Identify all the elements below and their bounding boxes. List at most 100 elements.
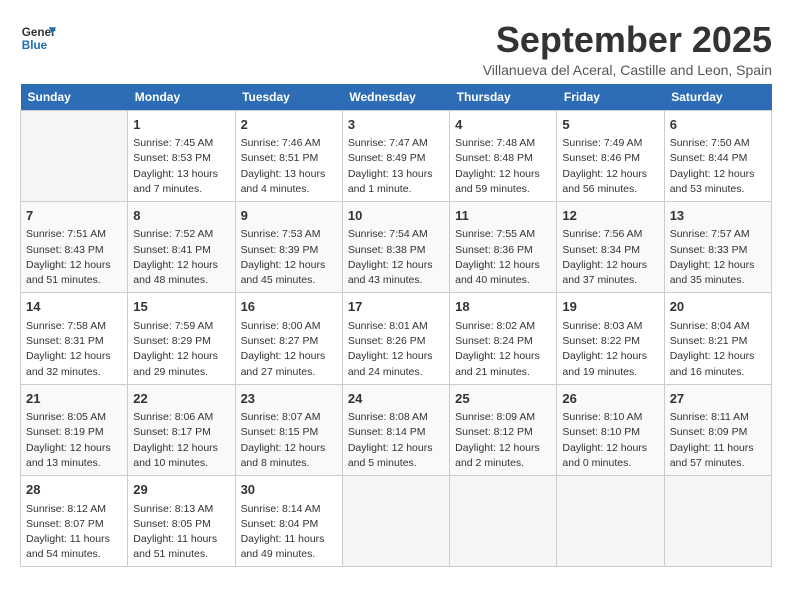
day-info: Sunrise: 8:02 AM Sunset: 8:24 PM Dayligh… [455,319,551,380]
calendar-week-row: 28Sunrise: 8:12 AM Sunset: 8:07 PM Dayli… [21,476,772,567]
day-info: Sunrise: 7:46 AM Sunset: 8:51 PM Dayligh… [241,136,337,197]
day-number: 19 [562,297,658,317]
day-number: 21 [26,389,122,409]
calendar-cell: 17Sunrise: 8:01 AM Sunset: 8:26 PM Dayli… [342,293,449,384]
day-info: Sunrise: 7:52 AM Sunset: 8:41 PM Dayligh… [133,227,229,288]
day-number: 28 [26,480,122,500]
day-info: Sunrise: 8:06 AM Sunset: 8:17 PM Dayligh… [133,410,229,471]
day-info: Sunrise: 8:14 AM Sunset: 8:04 PM Dayligh… [241,502,337,563]
calendar-cell: 23Sunrise: 8:07 AM Sunset: 8:15 PM Dayli… [235,384,342,475]
calendar-cell: 9Sunrise: 7:53 AM Sunset: 8:39 PM Daylig… [235,201,342,292]
day-info: Sunrise: 7:47 AM Sunset: 8:49 PM Dayligh… [348,136,444,197]
calendar-cell: 13Sunrise: 7:57 AM Sunset: 8:33 PM Dayli… [664,201,771,292]
day-number: 15 [133,297,229,317]
day-number: 8 [133,206,229,226]
day-info: Sunrise: 8:09 AM Sunset: 8:12 PM Dayligh… [455,410,551,471]
header-sunday: Sunday [21,84,128,111]
day-number: 25 [455,389,551,409]
day-number: 30 [241,480,337,500]
day-number: 20 [670,297,766,317]
day-info: Sunrise: 7:53 AM Sunset: 8:39 PM Dayligh… [241,227,337,288]
calendar-cell: 22Sunrise: 8:06 AM Sunset: 8:17 PM Dayli… [128,384,235,475]
day-info: Sunrise: 7:59 AM Sunset: 8:29 PM Dayligh… [133,319,229,380]
calendar-cell: 19Sunrise: 8:03 AM Sunset: 8:22 PM Dayli… [557,293,664,384]
day-info: Sunrise: 7:45 AM Sunset: 8:53 PM Dayligh… [133,136,229,197]
day-info: Sunrise: 7:58 AM Sunset: 8:31 PM Dayligh… [26,319,122,380]
calendar-cell: 12Sunrise: 7:56 AM Sunset: 8:34 PM Dayli… [557,201,664,292]
day-info: Sunrise: 8:13 AM Sunset: 8:05 PM Dayligh… [133,502,229,563]
header-friday: Friday [557,84,664,111]
calendar-table: SundayMondayTuesdayWednesdayThursdayFrid… [20,84,772,568]
calendar-cell: 16Sunrise: 8:00 AM Sunset: 8:27 PM Dayli… [235,293,342,384]
day-info: Sunrise: 8:11 AM Sunset: 8:09 PM Dayligh… [670,410,766,471]
day-number: 29 [133,480,229,500]
calendar-cell [557,476,664,567]
calendar-cell [342,476,449,567]
calendar-week-row: 7Sunrise: 7:51 AM Sunset: 8:43 PM Daylig… [21,201,772,292]
day-number: 4 [455,115,551,135]
day-number: 24 [348,389,444,409]
header-tuesday: Tuesday [235,84,342,111]
day-number: 7 [26,206,122,226]
calendar-cell [21,110,128,201]
calendar-cell: 20Sunrise: 8:04 AM Sunset: 8:21 PM Dayli… [664,293,771,384]
day-number: 26 [562,389,658,409]
calendar-cell: 26Sunrise: 8:10 AM Sunset: 8:10 PM Dayli… [557,384,664,475]
header-saturday: Saturday [664,84,771,111]
day-number: 9 [241,206,337,226]
location-subtitle: Villanueva del Aceral, Castille and Leon… [483,62,772,78]
page-header: General Blue September 2025 Villanueva d… [20,20,772,78]
day-number: 1 [133,115,229,135]
day-number: 10 [348,206,444,226]
calendar-cell: 15Sunrise: 7:59 AM Sunset: 8:29 PM Dayli… [128,293,235,384]
header-monday: Monday [128,84,235,111]
calendar-cell: 1Sunrise: 7:45 AM Sunset: 8:53 PM Daylig… [128,110,235,201]
calendar-cell [450,476,557,567]
day-info: Sunrise: 8:01 AM Sunset: 8:26 PM Dayligh… [348,319,444,380]
day-number: 23 [241,389,337,409]
month-title: September 2025 [483,20,772,60]
day-number: 13 [670,206,766,226]
day-info: Sunrise: 8:08 AM Sunset: 8:14 PM Dayligh… [348,410,444,471]
calendar-cell: 6Sunrise: 7:50 AM Sunset: 8:44 PM Daylig… [664,110,771,201]
header-thursday: Thursday [450,84,557,111]
day-info: Sunrise: 8:10 AM Sunset: 8:10 PM Dayligh… [562,410,658,471]
day-info: Sunrise: 7:54 AM Sunset: 8:38 PM Dayligh… [348,227,444,288]
day-number: 3 [348,115,444,135]
calendar-cell [664,476,771,567]
calendar-cell: 11Sunrise: 7:55 AM Sunset: 8:36 PM Dayli… [450,201,557,292]
day-info: Sunrise: 8:03 AM Sunset: 8:22 PM Dayligh… [562,319,658,380]
day-number: 27 [670,389,766,409]
day-number: 6 [670,115,766,135]
calendar-cell: 21Sunrise: 8:05 AM Sunset: 8:19 PM Dayli… [21,384,128,475]
day-number: 5 [562,115,658,135]
calendar-cell: 24Sunrise: 8:08 AM Sunset: 8:14 PM Dayli… [342,384,449,475]
calendar-week-row: 14Sunrise: 7:58 AM Sunset: 8:31 PM Dayli… [21,293,772,384]
calendar-cell: 29Sunrise: 8:13 AM Sunset: 8:05 PM Dayli… [128,476,235,567]
day-info: Sunrise: 8:00 AM Sunset: 8:27 PM Dayligh… [241,319,337,380]
title-block: September 2025 Villanueva del Aceral, Ca… [483,20,772,78]
day-info: Sunrise: 7:51 AM Sunset: 8:43 PM Dayligh… [26,227,122,288]
calendar-cell: 14Sunrise: 7:58 AM Sunset: 8:31 PM Dayli… [21,293,128,384]
day-number: 2 [241,115,337,135]
day-info: Sunrise: 7:50 AM Sunset: 8:44 PM Dayligh… [670,136,766,197]
day-number: 12 [562,206,658,226]
calendar-cell: 28Sunrise: 8:12 AM Sunset: 8:07 PM Dayli… [21,476,128,567]
svg-text:Blue: Blue [22,39,48,52]
day-number: 18 [455,297,551,317]
day-number: 11 [455,206,551,226]
calendar-header-row: SundayMondayTuesdayWednesdayThursdayFrid… [21,84,772,111]
day-info: Sunrise: 8:05 AM Sunset: 8:19 PM Dayligh… [26,410,122,471]
calendar-week-row: 21Sunrise: 8:05 AM Sunset: 8:19 PM Dayli… [21,384,772,475]
day-number: 16 [241,297,337,317]
day-info: Sunrise: 8:07 AM Sunset: 8:15 PM Dayligh… [241,410,337,471]
calendar-cell: 10Sunrise: 7:54 AM Sunset: 8:38 PM Dayli… [342,201,449,292]
calendar-cell: 27Sunrise: 8:11 AM Sunset: 8:09 PM Dayli… [664,384,771,475]
logo-icon: General Blue [20,20,56,56]
day-info: Sunrise: 7:55 AM Sunset: 8:36 PM Dayligh… [455,227,551,288]
day-info: Sunrise: 8:12 AM Sunset: 8:07 PM Dayligh… [26,502,122,563]
calendar-cell: 18Sunrise: 8:02 AM Sunset: 8:24 PM Dayli… [450,293,557,384]
day-number: 22 [133,389,229,409]
day-info: Sunrise: 7:48 AM Sunset: 8:48 PM Dayligh… [455,136,551,197]
day-info: Sunrise: 7:49 AM Sunset: 8:46 PM Dayligh… [562,136,658,197]
